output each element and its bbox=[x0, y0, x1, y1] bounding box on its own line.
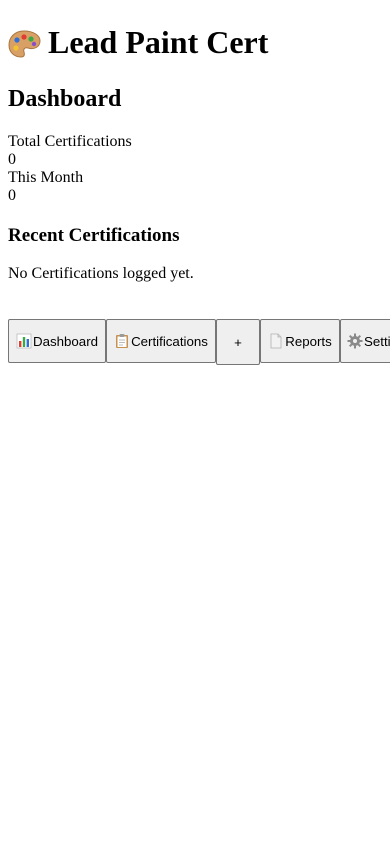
empty-state-message: No Certifications logged yet. bbox=[8, 265, 194, 282]
nav-reports-button[interactable]: Reports bbox=[260, 319, 340, 363]
nav-certifications-button[interactable]: Certifications bbox=[106, 319, 216, 363]
page-title: Dashboard bbox=[8, 86, 122, 112]
gear-icon bbox=[347, 333, 363, 349]
nav-dashboard-button[interactable]: Dashboard bbox=[8, 319, 106, 363]
palette-icon bbox=[8, 27, 41, 58]
bottom-nav: Dashboard Certifications + Reports Setti bbox=[8, 319, 390, 365]
stat-label: Total Certifications bbox=[8, 133, 132, 150]
bar-chart-icon bbox=[16, 333, 32, 349]
stat-this-month: This Month 0 bbox=[8, 169, 382, 205]
app-title: Lead Paint Cert bbox=[48, 24, 269, 60]
stat-value: 0 bbox=[8, 187, 16, 204]
nav-label: Dashboard bbox=[32, 333, 99, 349]
nav-label: Settings bbox=[364, 333, 390, 349]
stat-value: 0 bbox=[8, 151, 16, 168]
document-icon bbox=[268, 333, 284, 349]
nav-label: Certifications bbox=[131, 333, 208, 349]
stats-panel: Total Certifications 0 This Month 0 bbox=[8, 133, 382, 205]
app-header: Lead Paint Cert bbox=[8, 21, 382, 63]
nav-settings-button[interactable]: Settings bbox=[340, 319, 390, 363]
clipboard-icon bbox=[114, 333, 130, 349]
add-label: + bbox=[234, 334, 242, 350]
recent-certifications-title: Recent Certifications bbox=[8, 225, 180, 246]
add-certification-button[interactable]: + bbox=[216, 319, 260, 365]
stat-total-certifications: Total Certifications 0 bbox=[8, 133, 382, 169]
nav-label: Reports bbox=[285, 333, 332, 349]
main-content: Lead Paint Cert Dashboard Total Certific… bbox=[0, 21, 390, 283]
stat-label: This Month bbox=[8, 169, 84, 186]
